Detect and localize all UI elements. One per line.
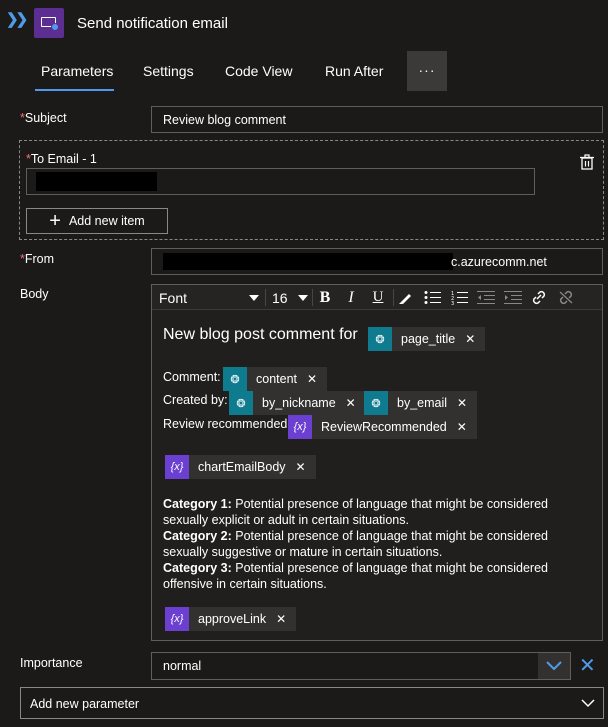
action-title[interactable]: Send notification email bbox=[77, 15, 228, 32]
editor-toolbar: Font 16 B I U 123 bbox=[152, 285, 602, 310]
redacted-email bbox=[36, 172, 157, 191]
token-content[interactable]: ❂ content ✕ bbox=[223, 367, 328, 391]
email-heading: New blog post comment for bbox=[163, 326, 358, 343]
category-1-text: Category 1: Potential presence of langua… bbox=[163, 497, 548, 527]
web-token-icon: ❂ bbox=[223, 367, 247, 391]
token-by-email[interactable]: ❂ by_email ✕ bbox=[364, 391, 478, 415]
more-options-button[interactable]: ··· bbox=[407, 51, 447, 91]
active-tab-indicator bbox=[35, 89, 114, 91]
delete-icon[interactable] bbox=[579, 154, 595, 170]
created-by-label: Created by: bbox=[163, 393, 228, 407]
highlight-pen-icon[interactable] bbox=[398, 290, 413, 305]
bold-button[interactable]: B bbox=[315, 285, 335, 310]
variable-icon: {x} bbox=[165, 455, 189, 479]
chevron-down-icon[interactable] bbox=[538, 653, 570, 679]
add-new-parameter-select[interactable]: Add new parameter bbox=[20, 687, 604, 719]
caret-down-icon bbox=[298, 294, 308, 301]
svg-text:3: 3 bbox=[451, 301, 454, 305]
remove-token-icon[interactable]: ✕ bbox=[276, 612, 286, 626]
chevron-down-icon bbox=[581, 699, 595, 708]
bullet-list-icon[interactable] bbox=[424, 290, 442, 305]
remove-token-icon[interactable]: ✕ bbox=[307, 372, 317, 386]
italic-button[interactable]: I bbox=[341, 285, 361, 310]
subject-label: *Subject bbox=[20, 111, 67, 125]
token-page-title[interactable]: ❂ page_title ✕ bbox=[368, 327, 486, 351]
unlink-icon[interactable] bbox=[558, 290, 574, 305]
category-2-text: Category 2: Potential presence of langua… bbox=[163, 529, 548, 559]
caret-down-icon bbox=[249, 294, 259, 301]
from-label: *From bbox=[20, 252, 55, 266]
remove-token-icon[interactable]: ✕ bbox=[465, 332, 475, 346]
decrease-indent-icon[interactable] bbox=[477, 290, 495, 305]
font-select[interactable]: Font bbox=[159, 285, 259, 310]
tab-code-view[interactable]: Code View bbox=[225, 63, 292, 79]
web-token-icon: ❂ bbox=[364, 391, 388, 415]
tab-parameters[interactable]: Parameters bbox=[41, 63, 113, 79]
font-size-select[interactable]: 16 bbox=[272, 285, 308, 310]
token-chart-email-body[interactable]: {x} chartEmailBody ✕ bbox=[165, 455, 316, 479]
numbered-list-icon[interactable]: 123 bbox=[451, 290, 469, 305]
comment-label: Comment: bbox=[163, 370, 221, 384]
importance-label: Importance bbox=[20, 656, 83, 670]
redacted-from bbox=[163, 253, 453, 270]
token-by-nickname[interactable]: ❂ by_nickname ✕ bbox=[229, 391, 366, 415]
remove-token-icon[interactable]: ✕ bbox=[346, 396, 356, 410]
token-approve-link[interactable]: {x} approveLink ✕ bbox=[165, 607, 297, 631]
token-review-recommended[interactable]: {x} ReviewRecommended ✕ bbox=[288, 415, 477, 439]
web-token-icon: ❂ bbox=[229, 391, 253, 415]
category-3-text: Category 3: Potential presence of langua… bbox=[163, 561, 548, 591]
subject-input[interactable]: Review blog comment bbox=[151, 106, 603, 133]
variable-icon: {x} bbox=[288, 415, 312, 439]
importance-select[interactable]: normal bbox=[151, 652, 571, 680]
remove-parameter-icon[interactable]: ✕ bbox=[579, 653, 596, 678]
link-icon[interactable] bbox=[531, 290, 547, 305]
remove-token-icon[interactable]: ✕ bbox=[457, 420, 467, 434]
underline-button[interactable]: U bbox=[368, 285, 388, 310]
body-label: Body bbox=[20, 287, 49, 301]
tab-run-after[interactable]: Run After bbox=[325, 63, 383, 79]
notification-email-icon bbox=[34, 8, 64, 38]
variable-icon: {x} bbox=[165, 607, 189, 631]
plus-icon: + bbox=[49, 210, 61, 232]
add-new-item-button[interactable]: + Add new item bbox=[26, 208, 168, 234]
review-recommended-label: Review recommended: bbox=[163, 417, 291, 431]
to-email-label: *To Email - 1 bbox=[26, 152, 97, 166]
web-token-icon: ❂ bbox=[368, 327, 392, 351]
expand-icon[interactable]: ❯❯ bbox=[6, 10, 28, 28]
tab-settings[interactable]: Settings bbox=[143, 63, 194, 79]
from-domain: c.azurecomm.net bbox=[451, 255, 547, 269]
increase-indent-icon[interactable] bbox=[504, 290, 522, 305]
remove-token-icon[interactable]: ✕ bbox=[296, 460, 306, 474]
remove-token-icon[interactable]: ✕ bbox=[457, 396, 467, 410]
